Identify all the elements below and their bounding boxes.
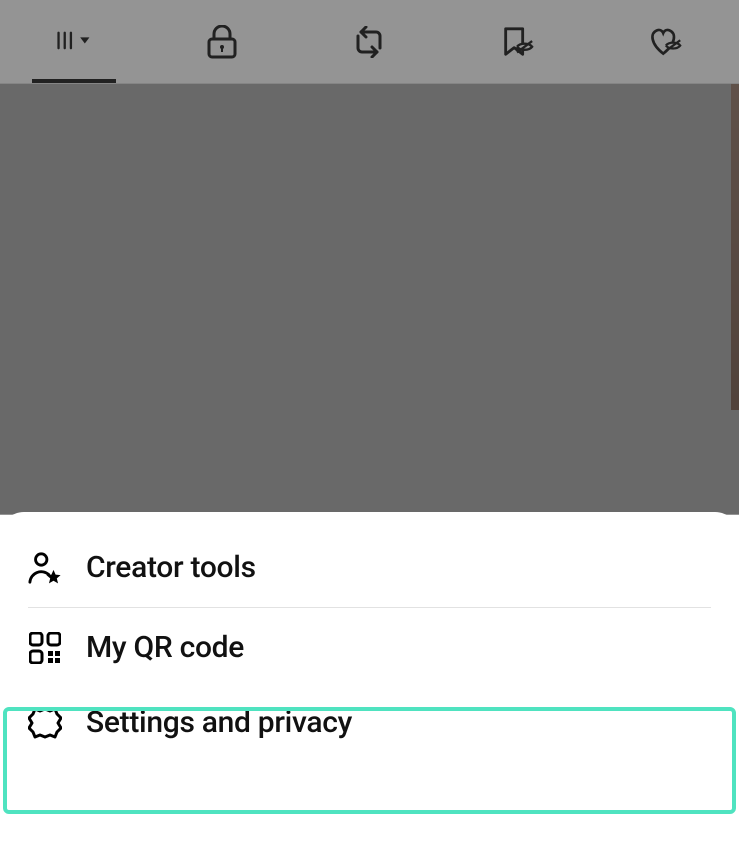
grid-tab[interactable] [0,0,148,83]
menu-item-label: My QR code [86,630,244,665]
qr-code-icon [28,631,62,665]
bookmark-hidden-icon [500,25,534,59]
heart-hidden-icon [648,25,682,59]
settings-privacy-item[interactable]: Settings and privacy [0,685,739,760]
reposts-tab[interactable] [296,0,444,83]
menu-item-label: Creator tools [86,550,256,585]
profile-tab-bar [0,0,739,84]
lock-icon [205,25,239,59]
menu-item-label: Settings and privacy [86,705,352,740]
profile-options-sheet: Creator tools My QR code Settings and pr… [0,512,739,868]
grid-sort-icon [57,25,91,59]
qr-code-item[interactable]: My QR code [0,610,739,685]
creator-tools-item[interactable]: Creator tools [0,530,739,605]
grid-thumbnail-edge [731,84,739,410]
menu-divider [28,607,711,608]
saved-tab[interactable] [443,0,591,83]
private-tab[interactable] [148,0,296,83]
profile-content-area [0,84,739,514]
settings-icon [28,706,62,740]
person-star-icon [28,551,62,585]
repost-icon [352,25,386,59]
liked-tab[interactable] [591,0,739,83]
